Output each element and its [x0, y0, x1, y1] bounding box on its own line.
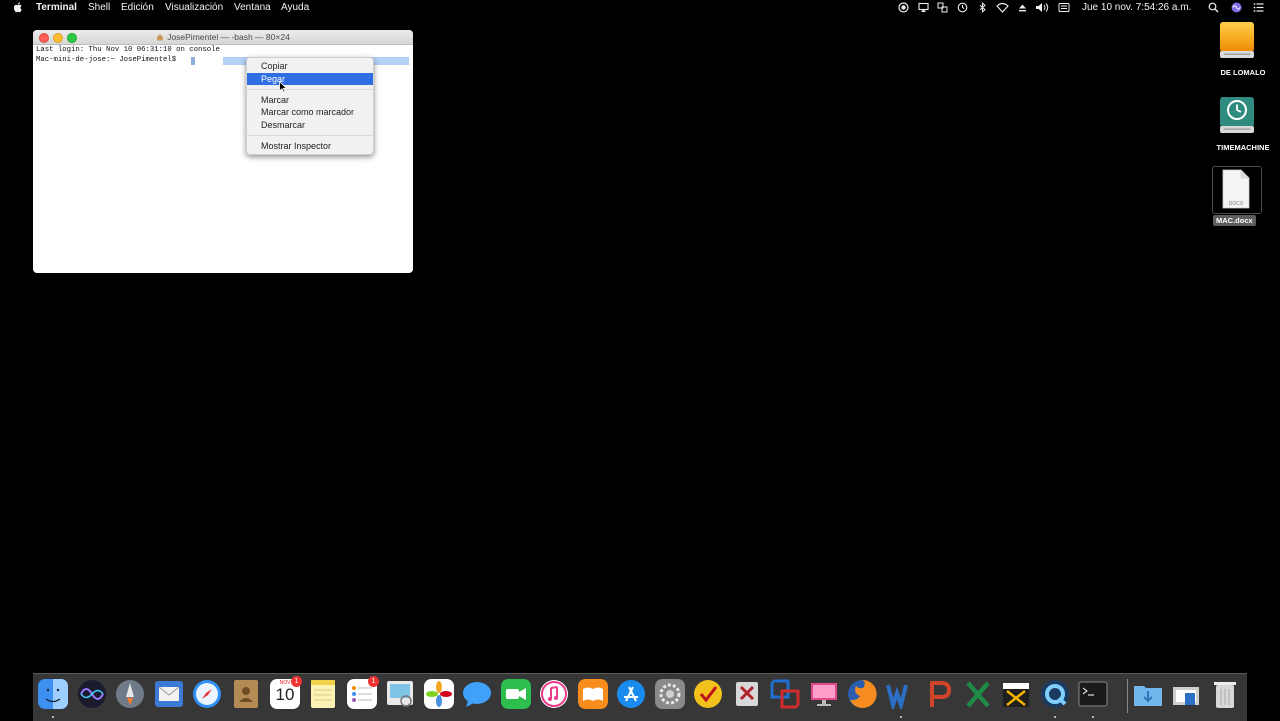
record-icon[interactable] — [898, 2, 909, 13]
desktop-icon-label: DE LOMALO — [1220, 68, 1266, 77]
menu-bar: Terminal Shell Edición Visualización Ven… — [0, 0, 1280, 15]
siri-icon[interactable] — [77, 679, 107, 709]
menu-edicion[interactable]: Edición — [121, 0, 154, 15]
spotlight-icon[interactable] — [1208, 2, 1219, 13]
running-indicator — [1092, 716, 1094, 718]
time-machine-icon[interactable] — [957, 2, 968, 13]
menu-separator — [247, 89, 373, 90]
context-menu: Copiar Pegar Marcar Marcar como marcador… — [246, 57, 374, 155]
input-flag-icon[interactable] — [1058, 2, 1070, 13]
desktop-icon-timemachine[interactable]: TIMEMACHINE — [1217, 95, 1269, 152]
terminal-icon[interactable] — [1078, 679, 1108, 709]
firefox-icon[interactable] — [847, 679, 877, 709]
itunes-icon[interactable] — [539, 679, 569, 709]
messages-icon[interactable] — [462, 679, 492, 709]
menu-item-desmarcar[interactable]: Desmarcar — [247, 119, 373, 131]
documents-stack-icon[interactable] — [1171, 679, 1201, 709]
tasks-icon[interactable] — [693, 679, 723, 709]
menu-ayuda[interactable]: Ayuda — [281, 0, 309, 15]
facetime-icon[interactable] — [501, 679, 531, 709]
desktop-icon-de-lomalo[interactable]: DE LOMALO — [1218, 20, 1266, 77]
screen-share-icon[interactable] — [809, 679, 839, 709]
last-login-line: Last login: Thu Nov 10 06:31:10 on conso… — [36, 46, 220, 54]
running-indicator — [900, 716, 902, 718]
airplay-icon[interactable] — [918, 2, 929, 13]
final-cut-pro-icon[interactable] — [1001, 679, 1031, 709]
mouse-pointer-icon — [279, 81, 287, 93]
menu-item-mostrar-inspector[interactable]: Mostrar Inspector — [247, 140, 373, 152]
app-store-icon[interactable] — [616, 679, 646, 709]
system-preferences-icon[interactable] — [655, 679, 685, 709]
home-folder-icon — [157, 34, 164, 41]
launchpad-icon[interactable] — [115, 679, 145, 709]
excel-icon[interactable] — [963, 679, 993, 709]
mail-icon[interactable] — [154, 679, 184, 709]
time-machine-drive-icon — [1220, 97, 1254, 133]
quicktime-icon[interactable] — [1040, 679, 1070, 709]
notification-center-icon[interactable] — [1253, 2, 1264, 13]
running-indicator — [52, 716, 54, 718]
safari-icon[interactable] — [192, 679, 222, 709]
word-icon[interactable] — [886, 679, 916, 709]
external-drive-icon — [1220, 22, 1254, 58]
menu-item-marcar-como-marcador[interactable]: Marcar como marcador — [247, 106, 373, 118]
bluetooth-icon[interactable] — [977, 2, 988, 13]
downloads-folder-icon[interactable] — [1133, 679, 1163, 709]
photos-icon[interactable] — [424, 679, 454, 709]
dropbox-icon[interactable] — [937, 2, 948, 13]
terminal-output[interactable]: Last login: Thu Nov 10 06:31:10 on conso… — [36, 46, 220, 65]
desktop-icon-mac-docx[interactable]: DOCX MAC.docx — [1212, 166, 1262, 226]
clock[interactable]: Jue 10 nov. 7:54:26 a.m. — [1082, 0, 1191, 15]
calendar-icon[interactable]: NOV 10 1 — [270, 676, 302, 709]
menu-app-terminal[interactable]: Terminal — [36, 0, 77, 15]
file-type-badge: DOCX — [1228, 201, 1244, 207]
prompt-line: Mac-mini-de-jose:~ JosePimentel$ — [36, 55, 181, 64]
preview-icon[interactable] — [385, 679, 415, 709]
menu-ventana[interactable]: Ventana — [234, 0, 271, 15]
apple-icon[interactable] — [13, 2, 23, 13]
scrobbles-icon[interactable] — [732, 679, 762, 709]
menu-visualizacion[interactable]: Visualización — [165, 0, 223, 15]
ibooks-icon[interactable] — [578, 679, 608, 709]
menu-item-pegar[interactable]: Pegar — [247, 73, 373, 85]
contacts-icon[interactable] — [231, 679, 261, 709]
siri-icon[interactable] — [1231, 2, 1242, 13]
calendar-day: 10 — [275, 685, 295, 704]
menu-item-marcar[interactable]: Marcar — [247, 94, 373, 106]
calendar-badge: 1 — [291, 676, 302, 687]
wifi-icon[interactable] — [996, 2, 1009, 13]
finder-icon[interactable] — [38, 679, 68, 709]
volume-icon[interactable] — [1035, 2, 1051, 13]
reminders-icon[interactable]: 1 — [347, 676, 379, 709]
window-title: JosePimentel — -bash — 80×24 — [33, 30, 413, 44]
trash-icon[interactable] — [1210, 679, 1240, 709]
running-indicator — [1054, 716, 1056, 718]
reminders-badge: 1 — [368, 676, 379, 687]
menu-separator — [247, 135, 373, 136]
menu-item-copiar[interactable]: Copiar — [247, 60, 373, 72]
dock-divider — [1127, 679, 1128, 713]
desktop-icon-label: TIMEMACHINE — [1216, 143, 1270, 152]
eject-icon[interactable] — [1017, 2, 1028, 13]
powerpoint-icon[interactable] — [924, 679, 954, 709]
title-bar[interactable]: JosePimentel — -bash — 80×24 — [33, 30, 413, 45]
parallels-icon[interactable] — [770, 679, 800, 709]
desktop-icon-label: MAC.docx — [1213, 215, 1256, 226]
window-title-text: JosePimentel — -bash — 80×24 — [167, 32, 290, 42]
notes-icon[interactable] — [308, 679, 338, 709]
menu-shell[interactable]: Shell — [88, 0, 110, 15]
